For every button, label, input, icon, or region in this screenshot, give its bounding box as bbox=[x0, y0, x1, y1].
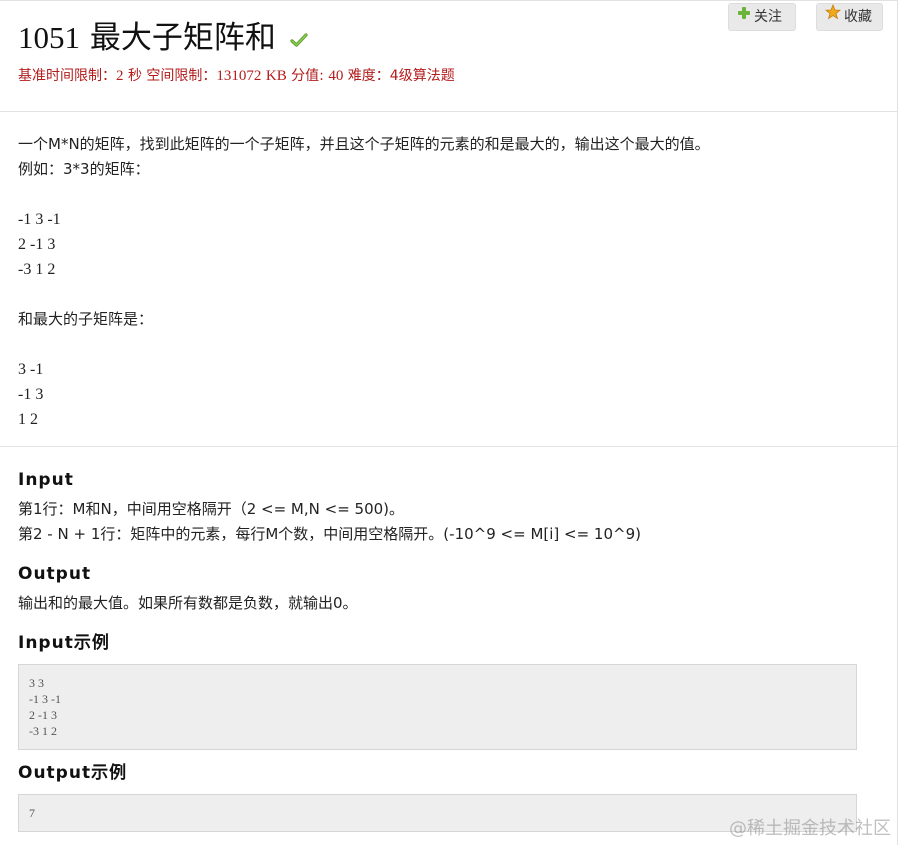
follow-label: 关注 bbox=[754, 9, 782, 25]
problem-description: 一个M*N的矩阵，找到此矩阵的一个子矩阵，并且这个子矩阵的元素的和是最大的，输出… bbox=[0, 112, 897, 447]
description-line: 3 -1 bbox=[18, 361, 44, 378]
io-section: Input 第1行：M和N，中间用空格隔开（2 <= M,N <= 500)。 … bbox=[0, 447, 897, 832]
score-label: 分值: bbox=[291, 68, 324, 84]
collect-label: 收藏 bbox=[844, 9, 872, 25]
description-line: 1 2 bbox=[18, 411, 38, 428]
space-limit-unit: KB bbox=[265, 68, 287, 84]
score-value: 40 bbox=[328, 68, 344, 84]
page-title: 1051 最大子矩阵和 bbox=[18, 19, 308, 57]
description-line: 2 -1 3 bbox=[18, 236, 56, 253]
space-limit-value: 131072 bbox=[216, 68, 262, 84]
output-example-heading: Output示例 bbox=[18, 763, 128, 783]
description-line bbox=[18, 282, 879, 307]
watermark: @稀土掘金技术社区 bbox=[729, 818, 891, 839]
input-example-box[interactable]: 3 3 -1 3 -1 2 -1 3 -3 1 2 bbox=[18, 664, 857, 750]
code-line: -3 1 2 bbox=[29, 724, 57, 738]
problem-page: 1051 最大子矩阵和 关注 收藏 基准时间限制：2 秒 空间限制：131072… bbox=[0, 0, 898, 845]
input-line: 第2 - N + 1行：矩阵中的元素，每行M个数，中间用空格隔开。(-10^9 … bbox=[18, 525, 641, 543]
star-icon bbox=[824, 3, 842, 29]
time-limit-label: 基准时间限制： bbox=[18, 68, 116, 84]
input-heading: Input bbox=[18, 470, 74, 490]
problem-meta: 基准时间限制：2 秒 空间限制：131072 KB 分值: 40 难度：4级算法… bbox=[18, 65, 455, 85]
problem-header: 1051 最大子矩阵和 关注 收藏 基准时间限制：2 秒 空间限制：131072… bbox=[0, 1, 897, 112]
time-limit-unit: 秒 bbox=[127, 68, 142, 84]
problem-title: 最大子矩阵和 bbox=[89, 20, 276, 56]
difficulty-label: 难度： bbox=[347, 68, 390, 84]
description-line: 例如：3*3的矩阵： bbox=[18, 160, 150, 178]
plus-icon bbox=[737, 3, 751, 29]
problem-number: 1051 bbox=[18, 20, 80, 55]
time-limit-value: 2 bbox=[116, 68, 124, 84]
description-line: -1 3 -1 bbox=[18, 211, 61, 228]
output-line: 输出和的最大值。如果所有数都是负数，就输出0。 bbox=[18, 594, 358, 612]
input-example-heading: Input示例 bbox=[18, 633, 110, 653]
input-line: 第1行：M和N，中间用空格隔开（2 <= M,N <= 500)。 bbox=[18, 500, 405, 518]
collect-button[interactable]: 收藏 bbox=[816, 3, 883, 31]
follow-button[interactable]: 关注 bbox=[728, 3, 796, 31]
description-line bbox=[18, 332, 879, 357]
code-line: -1 3 -1 bbox=[29, 692, 61, 706]
description-line: -1 3 bbox=[18, 386, 44, 403]
description-line: 和最大的子矩阵是： bbox=[18, 310, 154, 328]
description-line: 一个M*N的矩阵，找到此矩阵的一个子矩阵，并且这个子矩阵的元素的和是最大的，输出… bbox=[18, 135, 710, 153]
code-line: 2 -1 3 bbox=[29, 708, 57, 722]
difficulty-value: 4级算法题 bbox=[389, 68, 455, 84]
space-limit-label: 空间限制： bbox=[146, 68, 217, 84]
check-icon bbox=[290, 19, 308, 57]
description-line bbox=[18, 182, 879, 207]
code-line: 7 bbox=[29, 806, 35, 820]
output-heading: Output bbox=[18, 564, 92, 584]
description-line: -3 1 2 bbox=[18, 261, 56, 278]
code-line: 3 3 bbox=[29, 676, 44, 690]
